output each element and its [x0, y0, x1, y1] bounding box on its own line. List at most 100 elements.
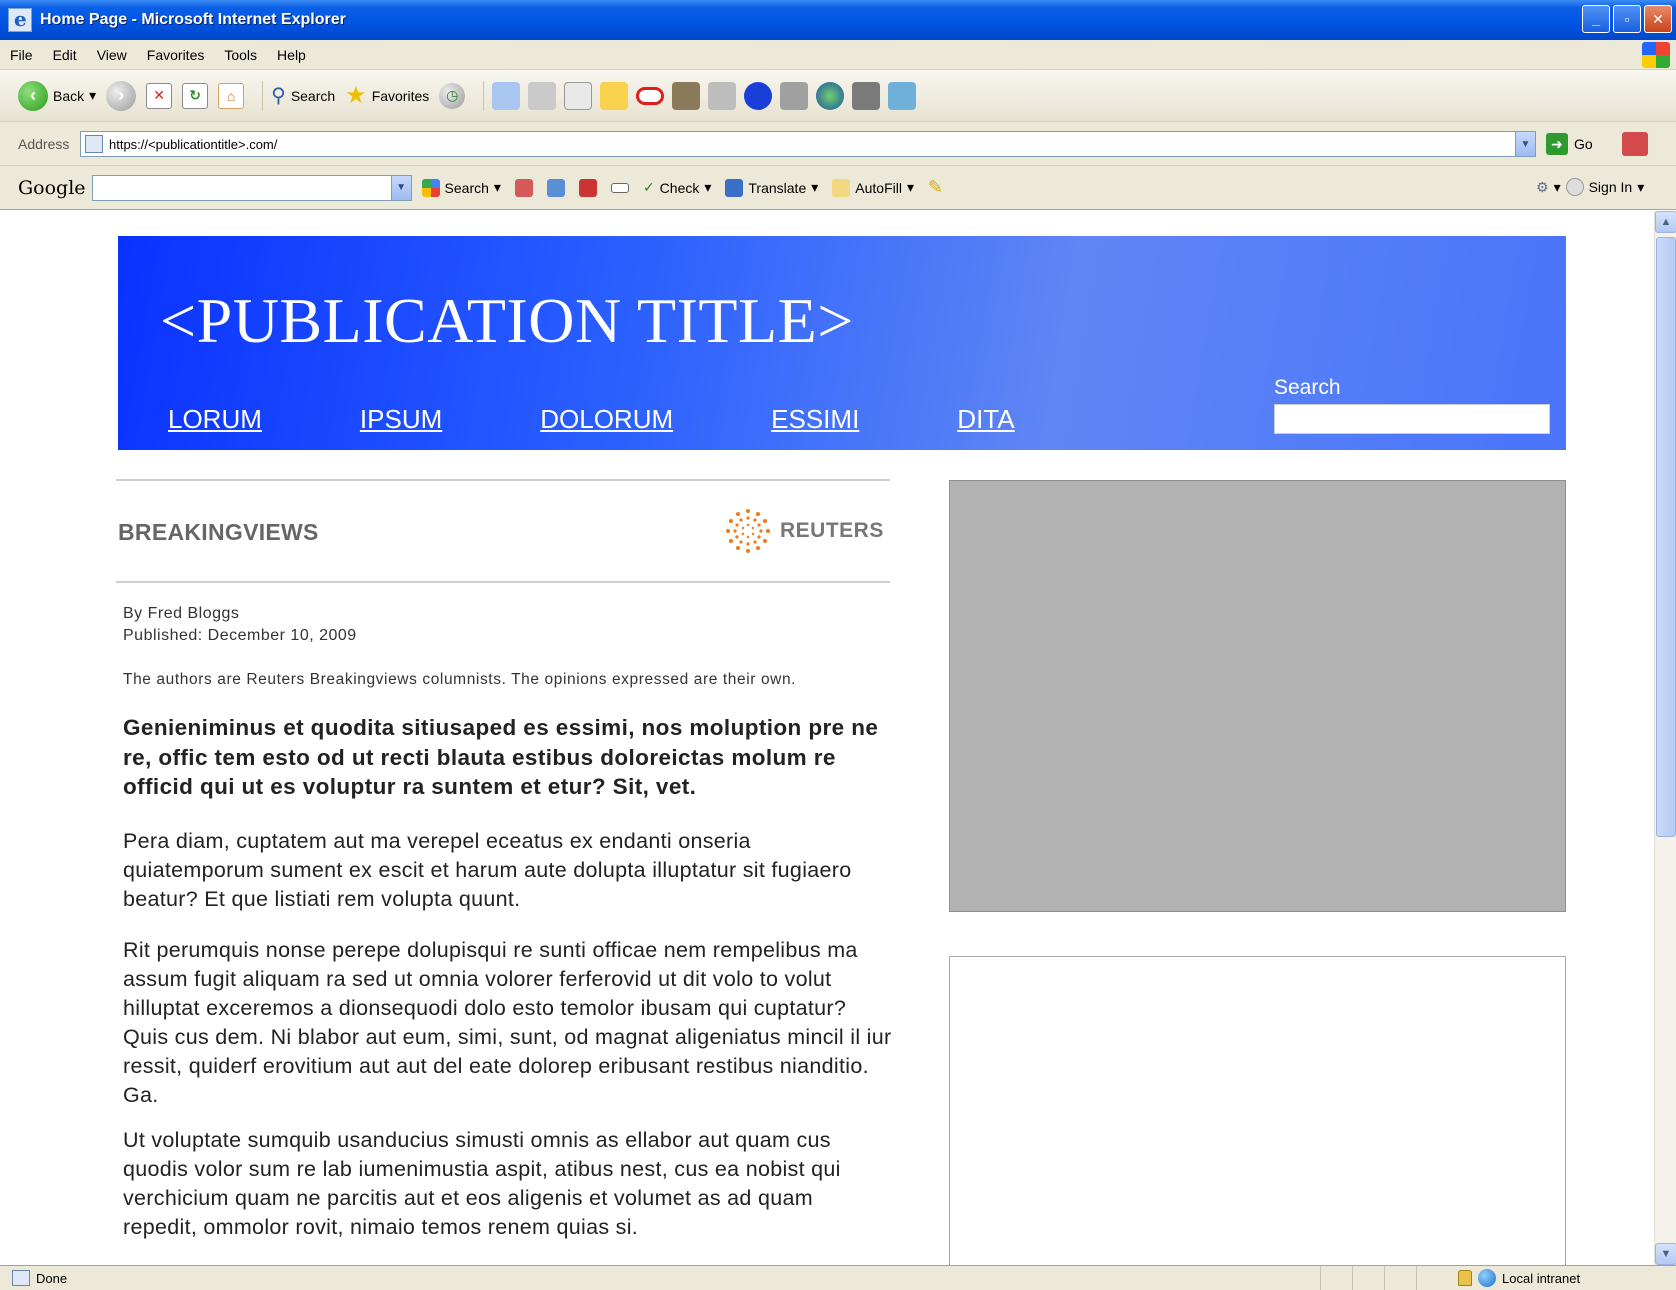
- google-search-icon: [421, 178, 440, 197]
- oval-icon[interactable]: [636, 86, 665, 105]
- check-button[interactable]: ✓ Check ▾: [643, 179, 711, 196]
- site-search-input[interactable]: [1274, 404, 1550, 434]
- home-icon: ⌂: [218, 82, 245, 109]
- favorites-button[interactable]: ★ Favorites: [345, 81, 429, 110]
- highlight-icon[interactable]: [610, 182, 629, 193]
- page-viewport: <PUBLICATION TITLE> LORUM IPSUM DOLORUM …: [10, 211, 1654, 1265]
- reuters-dots-icon: [726, 509, 770, 553]
- nav-lorum[interactable]: LORUM: [168, 404, 262, 435]
- menu-view[interactable]: View: [87, 47, 137, 63]
- nav-dolorum[interactable]: DOLORUM: [540, 404, 673, 435]
- menu-bar: File Edit View Favorites Tools Help: [0, 40, 1676, 70]
- adobe-pdf-icon[interactable]: [1622, 132, 1648, 156]
- menu-help[interactable]: Help: [267, 47, 316, 63]
- dropdown-icon: ▾: [493, 179, 501, 195]
- address-url: https://<publicationtitle>.com/: [109, 136, 278, 152]
- menu-favorites[interactable]: Favorites: [137, 47, 215, 63]
- status-text: Done: [36, 1270, 68, 1286]
- nav-ipsum[interactable]: IPSUM: [360, 404, 442, 435]
- google-search-button[interactable]: Search ▾: [421, 178, 501, 197]
- dropdown-icon: ▾: [1553, 178, 1561, 195]
- standard-toolbar: ‹ Back ▾ › ✕ ↻ ⌂ ⚲ Search ★ Favorites ◷: [0, 70, 1676, 122]
- google-dropdown-icon[interactable]: ▼: [390, 175, 411, 200]
- translate-button[interactable]: Translate ▾: [725, 178, 818, 197]
- window-title: Home Page - Microsoft Internet Explorer: [40, 11, 346, 28]
- forward-button[interactable]: ›: [106, 80, 137, 111]
- messenger-icon[interactable]: [708, 81, 737, 110]
- history-button[interactable]: ◷: [439, 82, 466, 109]
- home-button[interactable]: ⌂: [218, 82, 245, 109]
- people-icon[interactable]: [888, 81, 917, 110]
- autofill-button[interactable]: AutoFill ▾: [832, 178, 914, 197]
- menu-file[interactable]: File: [0, 47, 43, 63]
- back-dropdown-icon[interactable]: ▾: [89, 87, 96, 104]
- google-search-label: Search: [444, 179, 489, 196]
- favorites-label: Favorites: [371, 87, 430, 104]
- ad-placeholder-grey[interactable]: [949, 480, 1566, 912]
- network-icon[interactable]: [780, 81, 809, 110]
- intranet-icon: [1478, 1269, 1496, 1287]
- spellcheck-icon: ✓: [642, 179, 655, 195]
- back-label: Back: [53, 87, 85, 104]
- stop-button[interactable]: ✕: [146, 82, 173, 109]
- section-label: BREAKINGVIEWS: [118, 519, 319, 545]
- magnifier-icon: ⚲: [271, 85, 286, 107]
- search-button[interactable]: ⚲ Search: [271, 83, 335, 108]
- reuters-label: REUTERS: [780, 519, 884, 542]
- popup-blocker-icon[interactable]: [514, 178, 533, 197]
- address-input[interactable]: https://<publicationtitle>.com/ ▼: [80, 131, 1536, 157]
- divider: [116, 581, 890, 583]
- menu-edit[interactable]: Edit: [43, 47, 87, 63]
- print-icon[interactable]: [528, 81, 557, 110]
- signin-button[interactable]: ⚙ ▾ Sign In ▾: [1536, 178, 1644, 196]
- wrench-icon: ⚙: [1536, 178, 1549, 195]
- c-icon[interactable]: [744, 81, 773, 110]
- dropdown-icon: ▾: [906, 179, 914, 195]
- status-bar: Done Local intranet: [0, 1265, 1676, 1290]
- site-search-label: Search: [1274, 376, 1341, 399]
- refresh-button[interactable]: ↻: [182, 82, 209, 109]
- edit-word-icon[interactable]: [564, 81, 593, 110]
- scroll-up-icon[interactable]: ▲: [1655, 211, 1676, 233]
- note-icon[interactable]: [600, 81, 629, 110]
- maximize-button[interactable]: ▫: [1613, 5, 1641, 33]
- published-date: Published: December 10, 2009: [123, 627, 357, 644]
- go-button[interactable]: ➜ Go: [1546, 133, 1593, 155]
- toolbar-separator: [483, 80, 485, 111]
- globe-icon[interactable]: [816, 81, 845, 110]
- title-bar: Home Page - Microsoft Internet Explorer …: [0, 0, 1676, 40]
- vertical-scrollbar[interactable]: ▲ ▼: [1654, 211, 1676, 1265]
- mail-icon[interactable]: [492, 81, 521, 110]
- minimize-button[interactable]: _: [1582, 5, 1610, 33]
- close-button[interactable]: ✕: [1644, 5, 1672, 33]
- ad-placeholder-white[interactable]: [949, 956, 1566, 1265]
- pencil-icon[interactable]: ✎: [928, 177, 943, 198]
- forward-arrow-icon: ›: [106, 80, 137, 111]
- masthead: <PUBLICATION TITLE> LORUM IPSUM DOLORUM …: [118, 236, 1566, 450]
- menu-tools[interactable]: Tools: [214, 47, 267, 63]
- reuters-logo: REUTERS: [724, 507, 884, 555]
- google-search-input[interactable]: ▼: [91, 174, 412, 201]
- security-zone[interactable]: Local intranet: [1458, 1269, 1580, 1287]
- nav-essimi[interactable]: ESSIMI: [771, 404, 859, 435]
- scroll-thumb[interactable]: [1656, 237, 1676, 837]
- nav-dita[interactable]: DITA: [957, 404, 1014, 435]
- go-label: Go: [1574, 136, 1593, 152]
- bookmarks-icon[interactable]: [546, 178, 565, 197]
- research-icon[interactable]: [672, 81, 701, 110]
- article-paragraph: Ut voluptate sumquib usanducius simusti …: [123, 1128, 841, 1239]
- blocked-icon[interactable]: [578, 178, 597, 197]
- photo-icon[interactable]: [852, 81, 881, 110]
- disclaimer: The authors are Reuters Breakingviews co…: [123, 671, 797, 688]
- check-label: Check: [659, 179, 700, 196]
- google-logo[interactable]: Google: [18, 177, 86, 199]
- dropdown-icon: ▾: [704, 179, 712, 195]
- scroll-down-icon[interactable]: ▼: [1655, 1243, 1676, 1265]
- signin-label: Sign In: [1588, 179, 1633, 195]
- dropdown-icon: ▾: [1637, 178, 1645, 195]
- translate-label: Translate: [748, 179, 807, 196]
- back-arrow-icon: ‹: [18, 80, 48, 111]
- window-controls: _ ▫ ✕: [1582, 5, 1672, 33]
- back-button[interactable]: ‹ Back ▾: [18, 80, 96, 111]
- address-dropdown-icon[interactable]: ▼: [1515, 132, 1535, 156]
